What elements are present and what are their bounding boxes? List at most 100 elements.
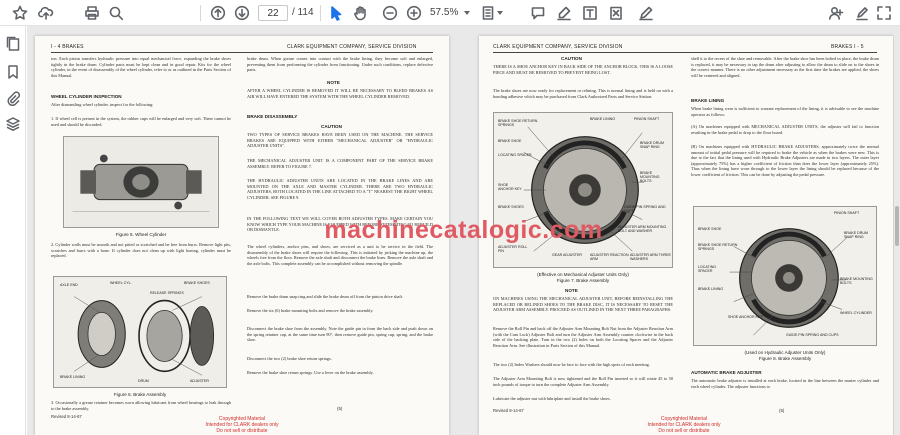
zoom-in-icon[interactable] — [404, 3, 424, 23]
figure-label: WHEEL CYLINDER — [840, 311, 872, 315]
paragraph: The automatic brake adjuster is installe… — [691, 378, 879, 389]
page-number: (5) — [779, 408, 785, 413]
paragraph: TWO TYPES OF SERVICE BRAKES HAVE BEEN US… — [247, 132, 433, 149]
paragraph: The brake shoes are now ready for replac… — [493, 88, 673, 99]
caution-heading: CAUTION — [561, 56, 582, 61]
section-heading: BRAKE DISASSEMBLY — [247, 114, 298, 119]
zoom-level[interactable]: 57.5% — [430, 7, 458, 18]
figure-label: ADJUSTER ROLL PIN — [498, 245, 528, 253]
figure-label: GUIDE PIN SPRING AND CUPS — [786, 333, 839, 337]
paragraph: After dismantling wheel cylinder, inspec… — [51, 102, 154, 107]
upload-icon[interactable] — [36, 3, 56, 23]
paragraph: (A) On machines equipped with MECHANICAL… — [691, 124, 879, 135]
section-heading: AUTOMATIC BRAKE ADJUSTER — [691, 370, 762, 375]
paragraph: Disconnect the two (2) brake shoe return… — [247, 356, 332, 361]
figure-5-wheel-cylinder — [63, 136, 219, 228]
paragraph: Remove the six (6) brake mounting bolts … — [247, 308, 374, 313]
figure-7-caption: (Effective on Mechanical Adjuster Units … — [537, 272, 629, 277]
vertical-scrollbar[interactable] — [894, 26, 900, 435]
figure-6-brake-assembly: AXLE END WHEEL CYL. RELEASE SPRINGS BRAK… — [53, 276, 227, 388]
page-up-icon[interactable] — [208, 3, 228, 23]
figure-label: ADJUSTER ARM THREE WASHERS — [630, 253, 671, 261]
paragraph: brake drum. When grease comes into conta… — [247, 56, 433, 73]
figure-label: RELEASE SPRINGS — [150, 291, 184, 295]
paragraph: shell it to the recess of the shoe and r… — [691, 56, 879, 78]
hand-pan-icon[interactable] — [350, 3, 370, 23]
paragraph: ton. Each piston transfers hydraulic pre… — [51, 56, 231, 78]
sign-request-icon[interactable] — [852, 3, 872, 23]
revised-date: Revised 8-14-67 — [493, 408, 524, 413]
figure-label: BRAKE MOUNTING BOLTS — [840, 277, 873, 285]
paragraph: Remove the brake drum snap ring and slid… — [247, 294, 404, 299]
attachment-icon[interactable] — [5, 90, 21, 107]
figure-label: BRAKE SHOES — [498, 205, 524, 209]
page-total-label: / 114 — [292, 7, 314, 18]
figure-label: BRAKE MOUNTING BOLTS — [640, 171, 660, 183]
revised-date: Revised 8-14-67 — [51, 414, 82, 419]
share-person-icon[interactable] — [826, 3, 846, 23]
paragraph: 1. If wheel cell is present in the syste… — [51, 116, 231, 127]
text-edit-icon[interactable] — [580, 3, 600, 23]
zoom-dropdown-caret-icon[interactable] — [464, 11, 470, 15]
page-number: (5) — [337, 406, 343, 411]
scrollbar-thumb[interactable] — [895, 206, 899, 246]
page-header-left: I - 4 BRAKES — [51, 44, 84, 50]
bookmark-icon[interactable] — [5, 64, 21, 80]
header-rule — [51, 52, 433, 53]
print-icon[interactable] — [82, 3, 102, 23]
figure-label: BRAKE SHOE RETURN SPRINGS — [498, 119, 538, 127]
figure-label: ADJUSTER REACTION ARM — [590, 253, 629, 261]
sign-pen-icon[interactable] — [636, 3, 656, 23]
copyright-stamp: Copyrighted Material Intended for CLARK … — [647, 416, 721, 434]
figure-label: BRAKE SHOE — [498, 139, 522, 143]
copyright-stamp: Copyrighted Material Intended for CLARK … — [205, 416, 279, 434]
figure-label: BRAKE LINING — [698, 287, 724, 291]
select-cursor-icon[interactable] — [326, 3, 346, 23]
fit-page-icon[interactable] — [478, 3, 498, 23]
paragraph: ON MACHINES USING THE MECHANICAL ADJUSTE… — [493, 296, 673, 313]
figure-label: SHOE ANCHOR KEY — [728, 315, 763, 319]
figure-label: GUIDE PIN SPRING AND CUPS — [624, 205, 666, 213]
section-heading: WHEEL CYLINDER INSPECTION — [51, 94, 122, 99]
paragraph: When brake lining wear is sufficient to … — [691, 106, 879, 117]
paragraph: AFTER A WHEEL CYLINDER IS REMOVED IT WIL… — [247, 88, 433, 99]
figure-label: SHOE ANCHOR KEY — [498, 183, 522, 191]
page-number-input[interactable] — [258, 5, 288, 21]
section-heading: BRAKE LINING — [691, 98, 725, 103]
figure-label: PINION SHAFT — [634, 117, 660, 121]
paragraph: THERE IS A SHOE ANCHOR KEY IN BACK SIDE … — [493, 64, 673, 75]
paragraph: (B) On machines equipped with HYDRAULIC … — [691, 144, 879, 177]
figure-label: ADJUSTER — [190, 379, 209, 383]
highlight-icon[interactable] — [554, 3, 574, 23]
page-header-right: CLARK EQUIPMENT COMPANY, SERVICE DIVISIO… — [287, 44, 417, 50]
paragraph: Remove the Roll Pin and back off the Adj… — [493, 326, 673, 348]
paragraph: The Adjuster Arm Mounting Bolt is now ti… — [493, 376, 673, 387]
bookmark-star-icon[interactable] — [10, 3, 30, 23]
zoom-out-icon[interactable] — [380, 3, 400, 23]
search-icon[interactable] — [106, 3, 126, 23]
paragraph: Disconnect the brake shoe from the assem… — [247, 326, 433, 343]
caution-heading: CAUTION — [321, 124, 342, 129]
fit-dropdown-caret-icon[interactable] — [497, 11, 503, 15]
left-sidebar — [0, 26, 26, 435]
figure-label: WHEEL CYL. — [110, 281, 132, 285]
note-heading: NOTE — [565, 288, 578, 293]
figure-label: LOCATING SPACER — [498, 153, 532, 157]
page-down-icon[interactable] — [232, 3, 252, 23]
comment-icon[interactable] — [528, 3, 548, 23]
note-heading: NOTE — [327, 80, 340, 85]
figure-7-title: Figure 7. Brake Assembly — [556, 278, 610, 283]
paragraph: THE MECHANICAL ADJUSTER UNIT IS A COMPON… — [247, 158, 433, 169]
expand-icon[interactable] — [874, 3, 894, 23]
header-rule — [493, 52, 877, 53]
figure-label: BRAKE LINING — [590, 117, 616, 121]
figure-6-caption: Figure 6. Brake Assembly — [113, 392, 167, 397]
figure-label: AXLE END — [60, 283, 78, 287]
paragraph: THE HYDRAULIC ADJUSTER UNITS ARE LOCATED… — [247, 178, 433, 200]
figure-label: DRUM — [138, 379, 149, 383]
document-viewer[interactable]: I - 4 BRAKES CLARK EQUIPMENT COMPANY, SE… — [27, 26, 900, 435]
copy-pages-icon[interactable] — [5, 36, 21, 52]
trash-icon[interactable] — [606, 3, 626, 23]
layers-icon[interactable] — [5, 116, 21, 132]
paragraph: 3. Occasionally a grease retainer become… — [51, 400, 231, 411]
